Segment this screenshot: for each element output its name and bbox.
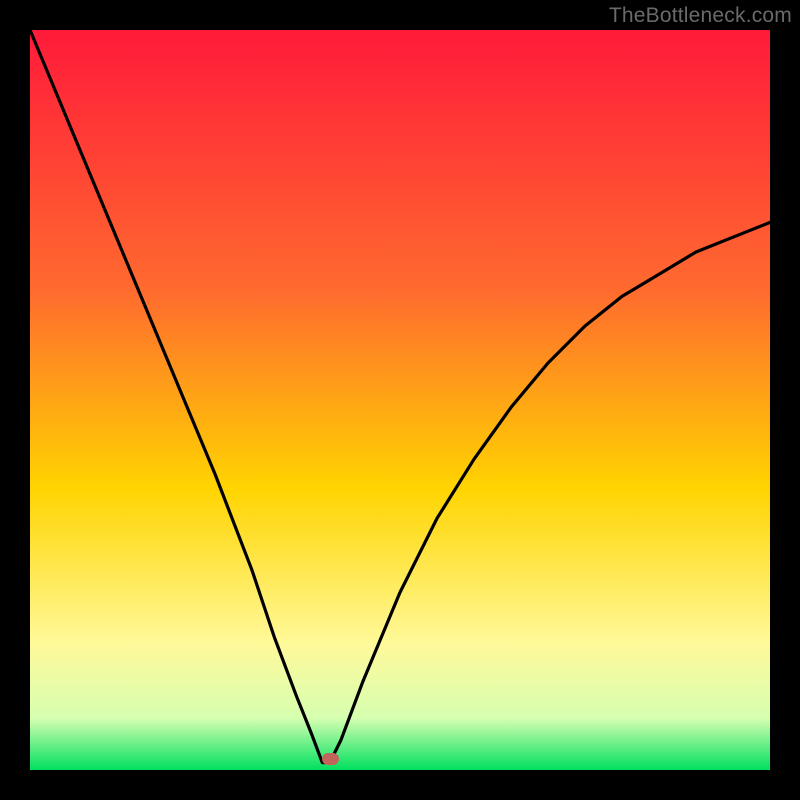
watermark-text: TheBottleneck.com bbox=[609, 4, 792, 28]
chart-frame: TheBottleneck.com bbox=[0, 0, 800, 800]
plot-area bbox=[30, 30, 770, 770]
minimum-marker bbox=[322, 753, 339, 765]
bottleneck-curve bbox=[30, 30, 770, 770]
